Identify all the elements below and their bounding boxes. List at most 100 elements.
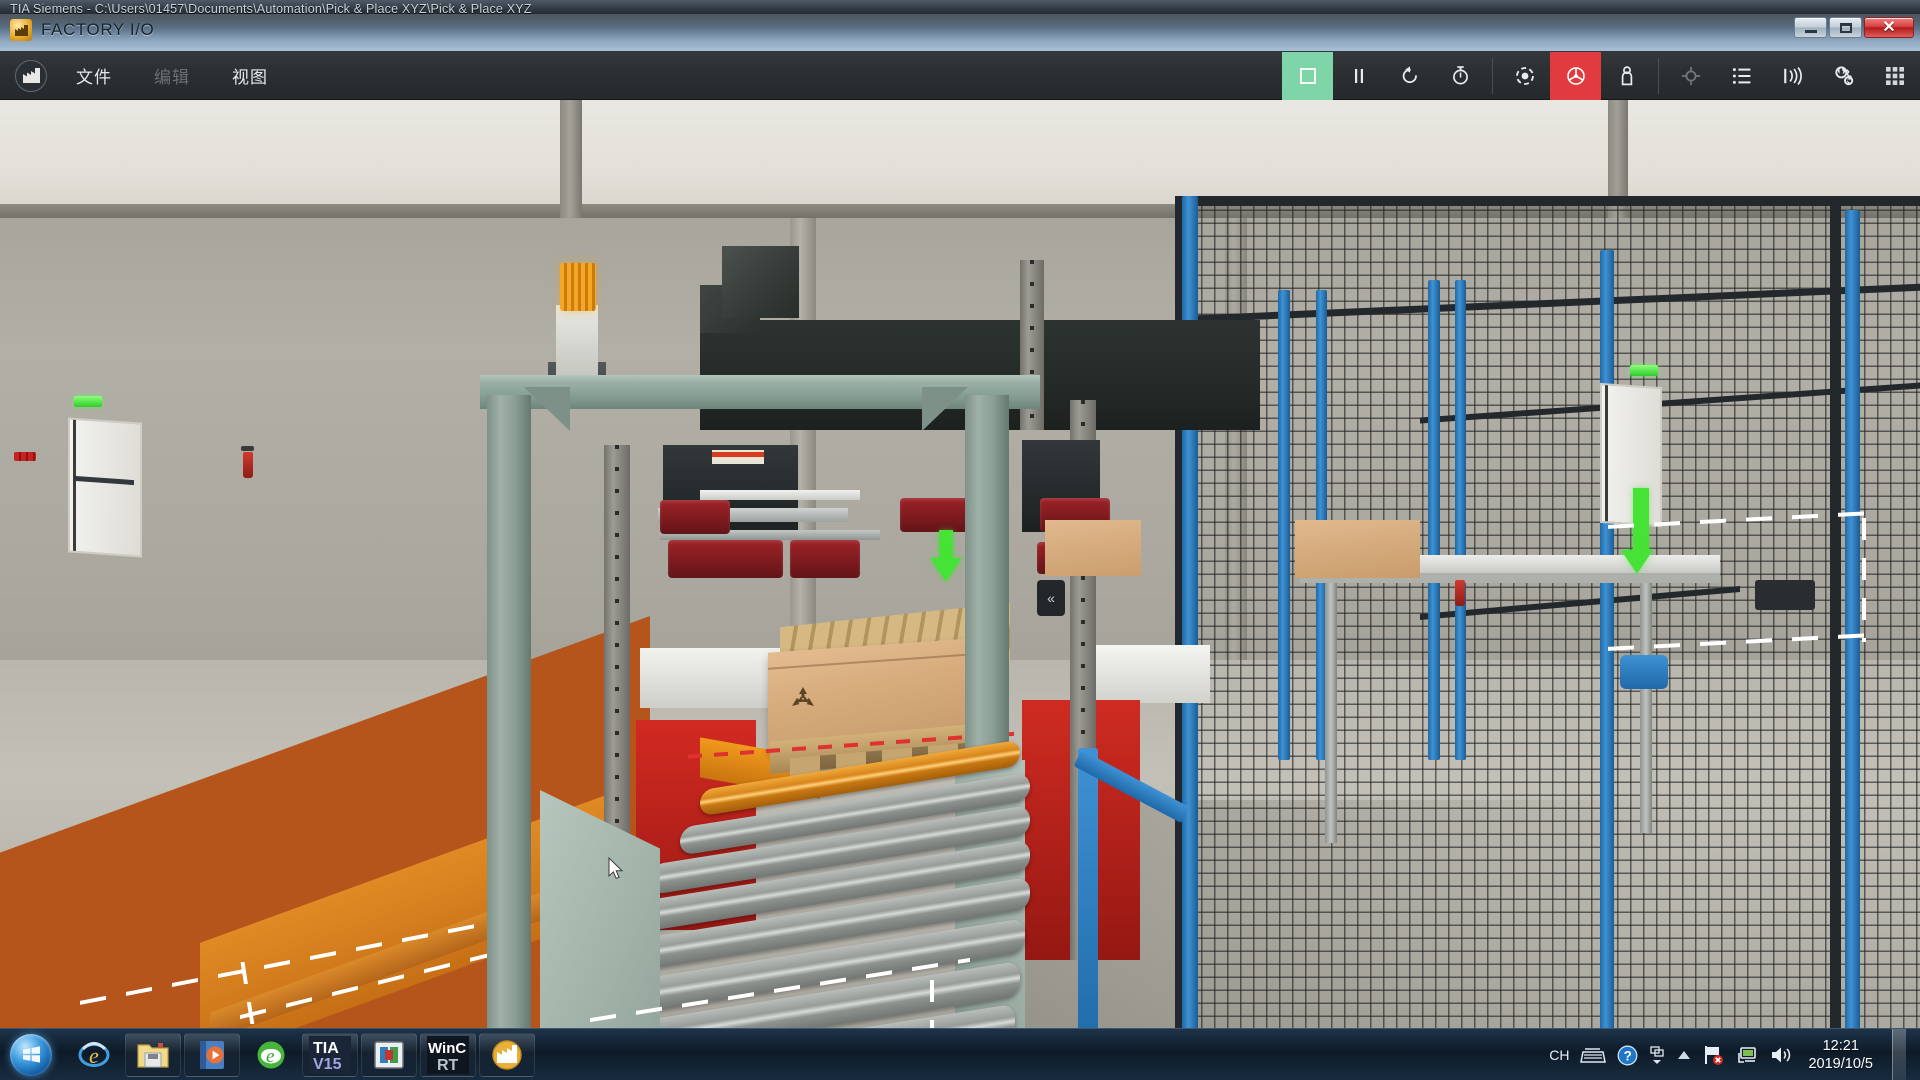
start-button[interactable]	[2, 1031, 60, 1079]
toolbar-group-panels	[1665, 52, 1920, 100]
direction-arrow-center	[930, 530, 962, 582]
settings-button[interactable]	[1818, 52, 1869, 100]
reset-button[interactable]	[1384, 52, 1435, 100]
ime-language-indicator[interactable]: CH	[1549, 1047, 1569, 1063]
time-scale-button[interactable]	[1435, 52, 1486, 100]
fence-post-4	[1428, 280, 1440, 760]
gantry-gusset-right	[922, 387, 968, 431]
network-icon[interactable]	[1736, 1045, 1758, 1065]
carton-rear[interactable]	[1045, 520, 1141, 576]
action-center-flag-icon[interactable]	[1703, 1044, 1725, 1066]
table-leg-2	[1640, 583, 1652, 833]
table-leg-1	[1325, 583, 1337, 843]
conveyor-motor-icon	[1620, 655, 1668, 689]
taskbar-simulator[interactable]	[361, 1032, 417, 1077]
svg-text:e: e	[266, 1046, 274, 1067]
show-hidden-icons-icon[interactable]	[1676, 1048, 1692, 1062]
screen-root: TIA Siemens - C:\Users\01457\Documents\A…	[0, 0, 1920, 1080]
drivers-button[interactable]	[1767, 52, 1818, 100]
main-toolbar: 文件 编辑 视图	[0, 51, 1920, 100]
taskbar-tia-portal[interactable]: TIA V15	[302, 1032, 358, 1077]
taskbar-factory-io[interactable]	[479, 1032, 535, 1077]
fence-post-6	[1600, 250, 1614, 1059]
close-icon: ✕	[1882, 18, 1896, 36]
selection-dash-right-side	[1862, 518, 1866, 642]
windows-taskbar: e e TIA V15 WinC RT CH ? 12:21 2019/10/5	[0, 1028, 1920, 1080]
target-button[interactable]	[1665, 52, 1716, 100]
gripper-pad-front-left	[668, 540, 783, 578]
right-dark-panel	[1755, 580, 1815, 610]
rear-deck-right	[1090, 645, 1210, 703]
svg-text:RT: RT	[437, 1057, 459, 1074]
show-desktop-button[interactable]	[1892, 1029, 1906, 1080]
fence-frame-right	[1830, 196, 1841, 1056]
recycle-symbol-icon	[790, 686, 816, 710]
volume-icon[interactable]	[1769, 1045, 1793, 1065]
first-person-button[interactable]	[1601, 52, 1652, 100]
ceiling-column-left	[560, 100, 582, 218]
fence-frame-top	[1175, 196, 1920, 206]
fly-camera-button[interactable]	[1550, 51, 1601, 100]
close-button[interactable]: ✕	[1864, 17, 1914, 38]
windows-start-orb-icon	[10, 1033, 52, 1076]
window-title: FACTORY I/O	[41, 20, 155, 39]
factory-icon	[10, 19, 32, 41]
clock-date: 2019/10/5	[1808, 1056, 1873, 1072]
factory-io-logo-icon	[15, 59, 47, 92]
camera-orbit-button[interactable]	[1499, 52, 1550, 100]
window-titlebar[interactable]: FACTORY I/O ✕	[0, 14, 1920, 52]
factory-io-window: FACTORY I/O ✕ 文件 编辑 视图 «	[0, 14, 1920, 1059]
menu-bar: 文件 编辑 视图	[70, 59, 274, 92]
app-logo[interactable]	[0, 52, 62, 100]
exit-sign-icon	[74, 396, 102, 407]
scene-viewport-3d[interactable]: « Low performance: 18 FPS	[0, 100, 1920, 1059]
menu-file[interactable]: 文件	[70, 59, 118, 92]
exit-door[interactable]	[68, 417, 142, 558]
maximize-button[interactable]	[1829, 17, 1862, 38]
svg-text:e: e	[89, 1043, 99, 1068]
window-controls: ✕	[1794, 17, 1914, 38]
rear-deck-left	[640, 648, 780, 708]
toolbar-group-run	[1282, 51, 1486, 100]
arrow-cursor	[608, 856, 625, 886]
carton-right-rear[interactable]	[1295, 520, 1420, 578]
machine-back-button[interactable]: «	[1037, 580, 1065, 616]
fire-extinguisher-bracket	[241, 446, 254, 451]
svg-text:WinC: WinC	[428, 1040, 466, 1057]
svg-text:TIA: TIA	[313, 1040, 339, 1057]
fence-post-5	[1455, 280, 1466, 760]
warning-beacon-icon[interactable]	[560, 263, 596, 311]
pause-button[interactable]	[1333, 52, 1384, 100]
menu-edit[interactable]: 编辑	[148, 59, 196, 92]
exit-sign-icon-right	[1630, 365, 1658, 376]
taskbar-wincc-rt[interactable]: WinC RT	[420, 1032, 476, 1077]
system-tray: CH ? 12:21 2019/10/5	[1549, 1029, 1920, 1080]
toolbar-group-camera	[1499, 51, 1652, 100]
taskbar-browser-green[interactable]: e	[243, 1033, 299, 1077]
gantry-column-left[interactable]	[487, 395, 531, 1059]
scene-list-button[interactable]	[1716, 52, 1767, 100]
taskbar-internet-explorer[interactable]: e	[66, 1033, 122, 1077]
taskbar-media-player[interactable]	[184, 1032, 240, 1077]
ime-options-icon[interactable]	[1649, 1045, 1665, 1065]
guard-rail-post	[1078, 748, 1098, 1059]
keyboard-icon[interactable]	[1580, 1047, 1607, 1064]
taskbar-clock[interactable]: 12:21 2019/10/5	[1808, 1037, 1873, 1073]
taskbar-file-explorer[interactable]	[125, 1032, 181, 1077]
clock-time: 12:21	[1822, 1037, 1859, 1054]
stop-button[interactable]	[1282, 51, 1333, 100]
help-icon[interactable]: ?	[1617, 1045, 1638, 1066]
menu-view[interactable]: 视图	[226, 59, 274, 92]
gripper-pad-rear-left	[660, 500, 730, 534]
toolbar-buttons	[1282, 51, 1920, 100]
palette-button[interactable]	[1869, 52, 1920, 100]
svg-text:V15: V15	[313, 1056, 342, 1073]
gripper-warning-stripe	[712, 452, 764, 457]
taskbar-items: e e TIA V15 WinC RT	[66, 1032, 535, 1077]
fire-extinguisher-icon-right	[1455, 580, 1465, 606]
fence-post-2	[1278, 290, 1290, 760]
beacon-post	[556, 305, 598, 375]
gripper-pad-front-mid	[790, 540, 860, 578]
minimize-button[interactable]	[1794, 17, 1827, 38]
gripper-crossbar-white	[700, 490, 860, 500]
